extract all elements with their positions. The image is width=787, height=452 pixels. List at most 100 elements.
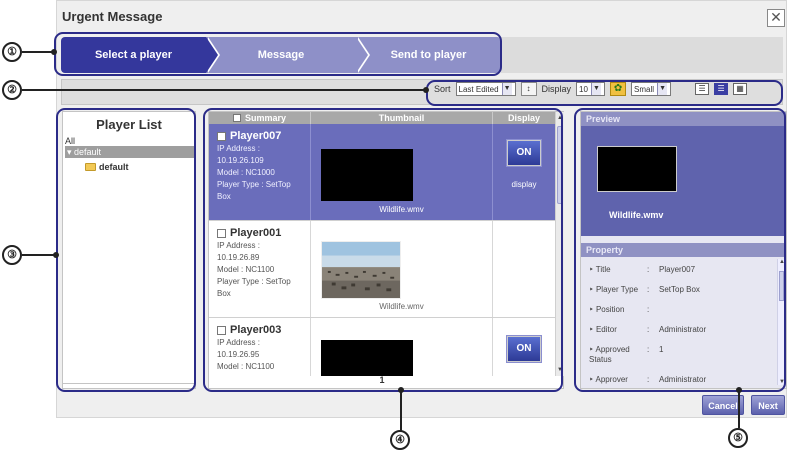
- property-value: Player007: [659, 265, 696, 274]
- column-summary[interactable]: Summary: [209, 112, 311, 124]
- property-row: ‣ Editor : Administrator: [581, 325, 786, 335]
- property-value: Administrator: [659, 375, 707, 384]
- sort-select[interactable]: Last Edited ▼: [455, 82, 516, 96]
- tree-item-default-group[interactable]: ▾ default: [65, 146, 195, 158]
- player-grid-panel: Summary Thumbnail Display Player007 IP A…: [208, 111, 564, 389]
- callout-dot: [51, 49, 57, 55]
- column-display[interactable]: Display: [493, 112, 555, 124]
- property-header: Property: [581, 243, 786, 257]
- sort-order-icon[interactable]: ↕: [520, 82, 537, 96]
- player-name: Player007: [217, 130, 306, 142]
- callout-line: [22, 254, 56, 256]
- callout-line: [738, 392, 740, 428]
- preview-property-panel: Preview Wildlife.wmv Property ‣ Title : …: [580, 111, 787, 389]
- next-button[interactable]: Next: [751, 395, 785, 415]
- tree-item-all[interactable]: All: [65, 136, 195, 146]
- display-label: display: [511, 180, 537, 189]
- player-info-line: IP Address :: [217, 144, 260, 153]
- property-list: ‣ Title : Player007 ‣ Player Type : SetT…: [581, 257, 786, 387]
- property-row: ‣ Player Type : SetTop Box: [581, 285, 786, 295]
- player-group-tree: All ▾ default default: [65, 136, 195, 173]
- thumbnail-cell: [311, 318, 493, 376]
- size-select[interactable]: Small ▼: [631, 82, 672, 96]
- grid-view-icon[interactable]: ▦: [733, 83, 748, 95]
- player-info-line: 10.19.26.95: [217, 350, 260, 359]
- player-name-label: Player007: [230, 130, 282, 142]
- row-checkbox[interactable]: [217, 228, 226, 238]
- scroll-up-icon[interactable]: ▲: [778, 259, 786, 265]
- player-info-line: 10.19.26.89: [217, 253, 260, 262]
- row-checkbox[interactable]: [217, 131, 226, 141]
- preview-header: Preview: [581, 112, 786, 126]
- scroll-thumb[interactable]: [557, 126, 563, 204]
- list-view-icon[interactable]: ☰: [695, 83, 710, 95]
- video-thumbnail: [321, 340, 413, 376]
- property-row: ‣ Approved Status : 1: [581, 345, 786, 365]
- preview-thumbnail: [597, 146, 677, 192]
- thumbnail-cell: Wildlife.wmv: [311, 221, 493, 317]
- callout-line: [22, 51, 54, 53]
- display-count-select[interactable]: 10 ▼: [576, 82, 606, 96]
- panel-footer: [63, 383, 195, 384]
- table-row[interactable]: Player007 IP Address : 10.19.26.109 Mode…: [209, 124, 555, 221]
- display-on-button[interactable]: ON: [507, 140, 541, 166]
- property-value: SetTop Box: [659, 285, 700, 294]
- player-info: IP Address : 10.19.26.109 Model : NC1000…: [217, 143, 306, 203]
- grid-header: Summary Thumbnail Display: [209, 112, 555, 124]
- property-scrollbar[interactable]: ▲ ▼: [777, 259, 785, 385]
- tree-item-default-leaf[interactable]: default: [85, 161, 195, 173]
- property-value: 1: [659, 345, 664, 354]
- detail-view-icon[interactable]: ☰: [714, 83, 729, 95]
- callout-2: ②: [2, 80, 22, 100]
- display-cell: ON display: [493, 124, 555, 220]
- dialog-title: Urgent Message: [62, 9, 163, 24]
- player-info-line: Player Type : SetTop: [217, 277, 291, 286]
- summary-cell: Player001 IP Address : 10.19.26.89 Model…: [209, 221, 311, 317]
- scroll-thumb[interactable]: [779, 271, 784, 301]
- callout-dot: [398, 387, 404, 393]
- step-label: Select a player: [94, 49, 173, 61]
- scroll-down-icon[interactable]: ▼: [556, 366, 564, 374]
- scroll-down-icon[interactable]: ▼: [778, 379, 786, 385]
- step-label: Send to player: [390, 49, 467, 61]
- page-number[interactable]: 1: [209, 375, 555, 385]
- thumbnail-label: Wildlife.wmv: [379, 205, 424, 214]
- callout-dot: [423, 87, 429, 93]
- player-list-panel: Player List All ▾ default default: [62, 111, 196, 389]
- preview-file-name: Wildlife.wmv: [609, 210, 664, 220]
- display-on-button[interactable]: ON: [507, 336, 541, 362]
- step-select-player[interactable]: Select a player: [61, 37, 220, 73]
- column-thumbnail[interactable]: Thumbnail: [311, 112, 493, 124]
- callout-4: ④: [390, 430, 410, 450]
- property-colon: :: [647, 325, 650, 334]
- step-send-to-player[interactable]: Send to player: [356, 37, 501, 73]
- row-checkbox[interactable]: [217, 325, 226, 335]
- property-colon: :: [647, 345, 650, 354]
- column-thumbnail-label: Thumbnail: [378, 113, 425, 123]
- wildlife-thumbnail-image: [321, 241, 401, 299]
- player-info: IP Address : 10.19.26.89 Model : NC1100 …: [217, 240, 306, 300]
- step-label: Message: [257, 49, 305, 61]
- table-row[interactable]: Player001 IP Address : 10.19.26.89 Model…: [209, 221, 555, 318]
- step-message[interactable]: Message: [206, 37, 370, 73]
- player-info-line: Player Type : SetTop: [217, 180, 291, 189]
- thumbnail-size-icon[interactable]: ✿: [610, 82, 627, 96]
- player-name-label: Player003: [230, 324, 282, 336]
- summary-cell: Player007 IP Address : 10.19.26.109 Mode…: [209, 124, 311, 220]
- table-row[interactable]: Player003 IP Address : 10.19.26.95 Model…: [209, 318, 555, 376]
- chevron-down-icon: ▼: [590, 83, 601, 95]
- property-colon: :: [647, 265, 650, 274]
- player-list-title: Player List: [96, 117, 162, 132]
- player-info-line: 10.19.26.109: [217, 156, 264, 165]
- property-row: ‣ Title : Player007: [581, 265, 786, 275]
- property-key: ‣ Approver: [589, 375, 628, 384]
- grid-scrollbar[interactable]: ▲ ▼: [555, 112, 564, 376]
- close-icon[interactable]: ✕: [767, 9, 785, 27]
- player-info-line: Model : NC1100: [217, 265, 275, 274]
- select-all-checkbox[interactable]: [232, 114, 241, 122]
- scroll-up-icon[interactable]: ▲: [556, 114, 564, 122]
- player-info-line: Box: [217, 289, 231, 298]
- player-info-line: IP Address :: [217, 338, 260, 347]
- step-arrow: [206, 37, 218, 73]
- property-key: ‣ Position: [589, 305, 625, 314]
